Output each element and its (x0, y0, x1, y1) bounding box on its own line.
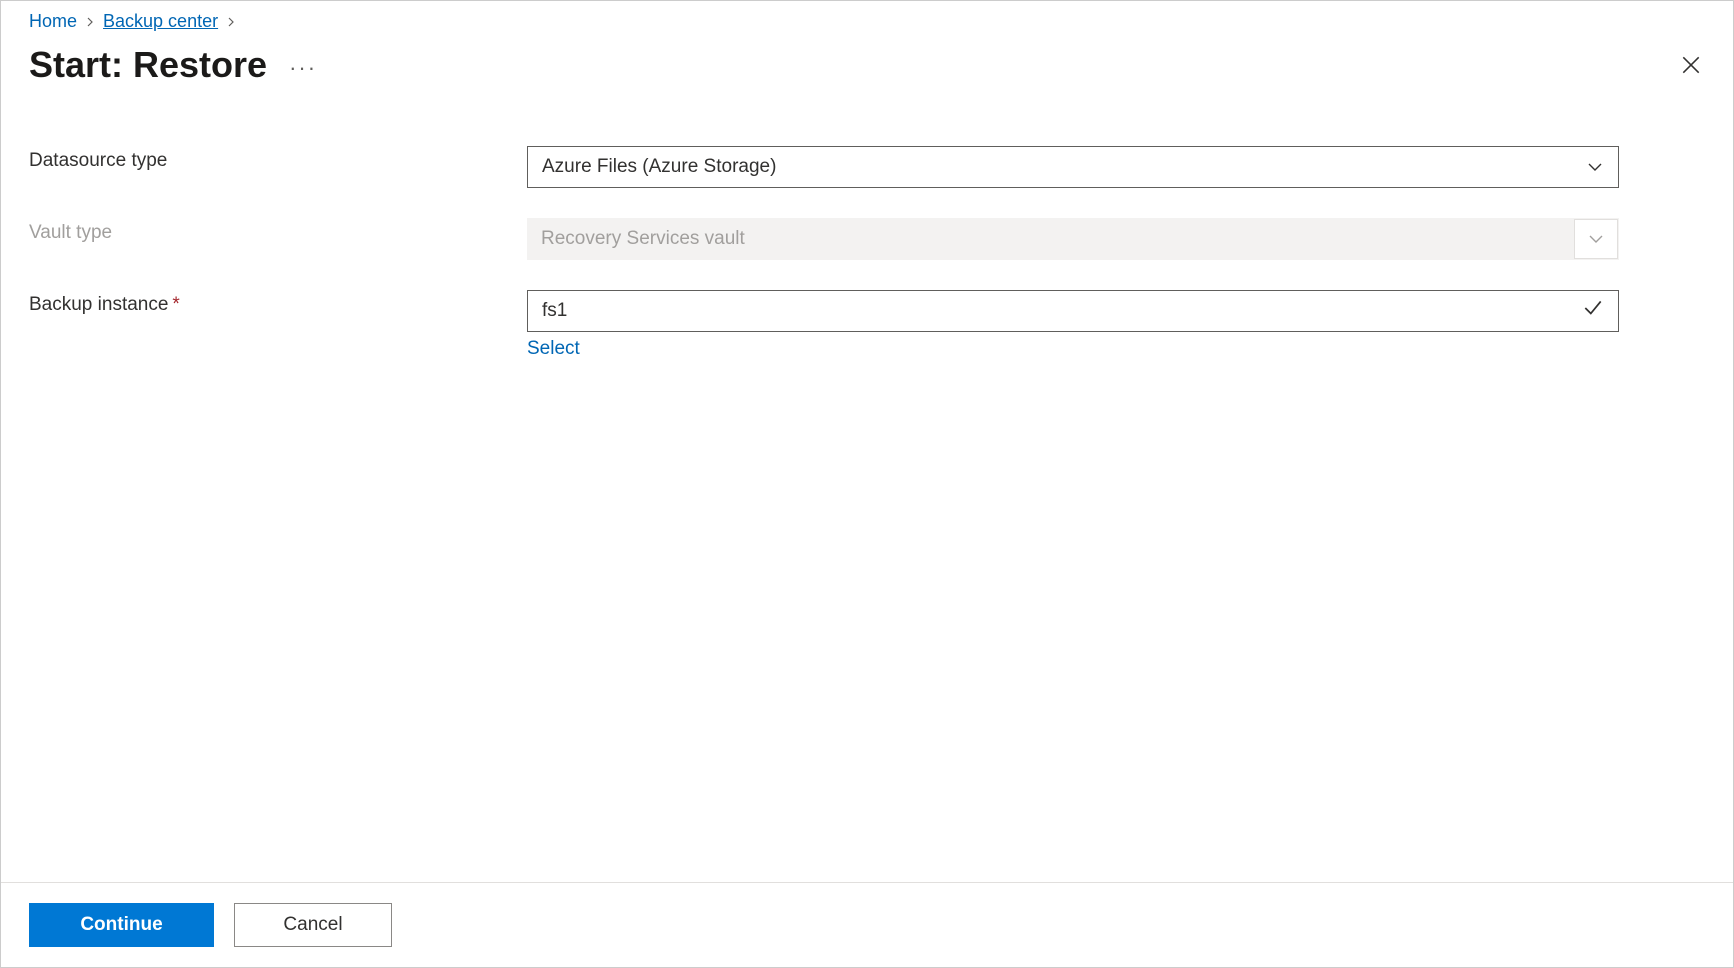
instance-label: Backup instance* (29, 290, 527, 316)
footer: Continue Cancel (1, 882, 1733, 967)
instance-select[interactable]: fs1 (527, 290, 1619, 332)
close-button[interactable] (1677, 51, 1705, 79)
datasource-label: Datasource type (29, 146, 527, 172)
vault-select: Recovery Services vault (527, 218, 1619, 260)
required-indicator: * (172, 294, 179, 315)
restore-form: Datasource type Azure Files (Azure Stora… (29, 146, 1705, 360)
instance-row: Backup instance* fs1 Select (29, 290, 1705, 360)
checkmark-icon (1582, 297, 1604, 325)
vault-row: Vault type Recovery Services vault (29, 218, 1705, 260)
continue-button[interactable]: Continue (29, 903, 214, 947)
chevron-down-icon (1586, 158, 1604, 176)
instance-value: fs1 (542, 300, 567, 322)
datasource-select[interactable]: Azure Files (Azure Storage) (527, 146, 1619, 188)
chevron-right-icon (85, 14, 95, 30)
vault-value: Recovery Services vault (541, 228, 745, 250)
datasource-value: Azure Files (Azure Storage) (542, 156, 776, 178)
chevron-down-icon (1574, 219, 1618, 259)
instance-select-link[interactable]: Select (527, 338, 1619, 360)
vault-label: Vault type (29, 218, 527, 244)
page-title: Start: Restore (29, 44, 267, 86)
breadcrumb: Home Backup center (29, 11, 1705, 32)
page-header: Start: Restore ··· (29, 44, 1705, 86)
more-actions-button[interactable]: ··· (285, 53, 321, 83)
cancel-button[interactable]: Cancel (234, 903, 392, 947)
datasource-row: Datasource type Azure Files (Azure Stora… (29, 146, 1705, 188)
breadcrumb-home-link[interactable]: Home (29, 11, 77, 32)
chevron-right-icon (226, 14, 236, 30)
breadcrumb-backup-center-link[interactable]: Backup center (103, 11, 218, 32)
